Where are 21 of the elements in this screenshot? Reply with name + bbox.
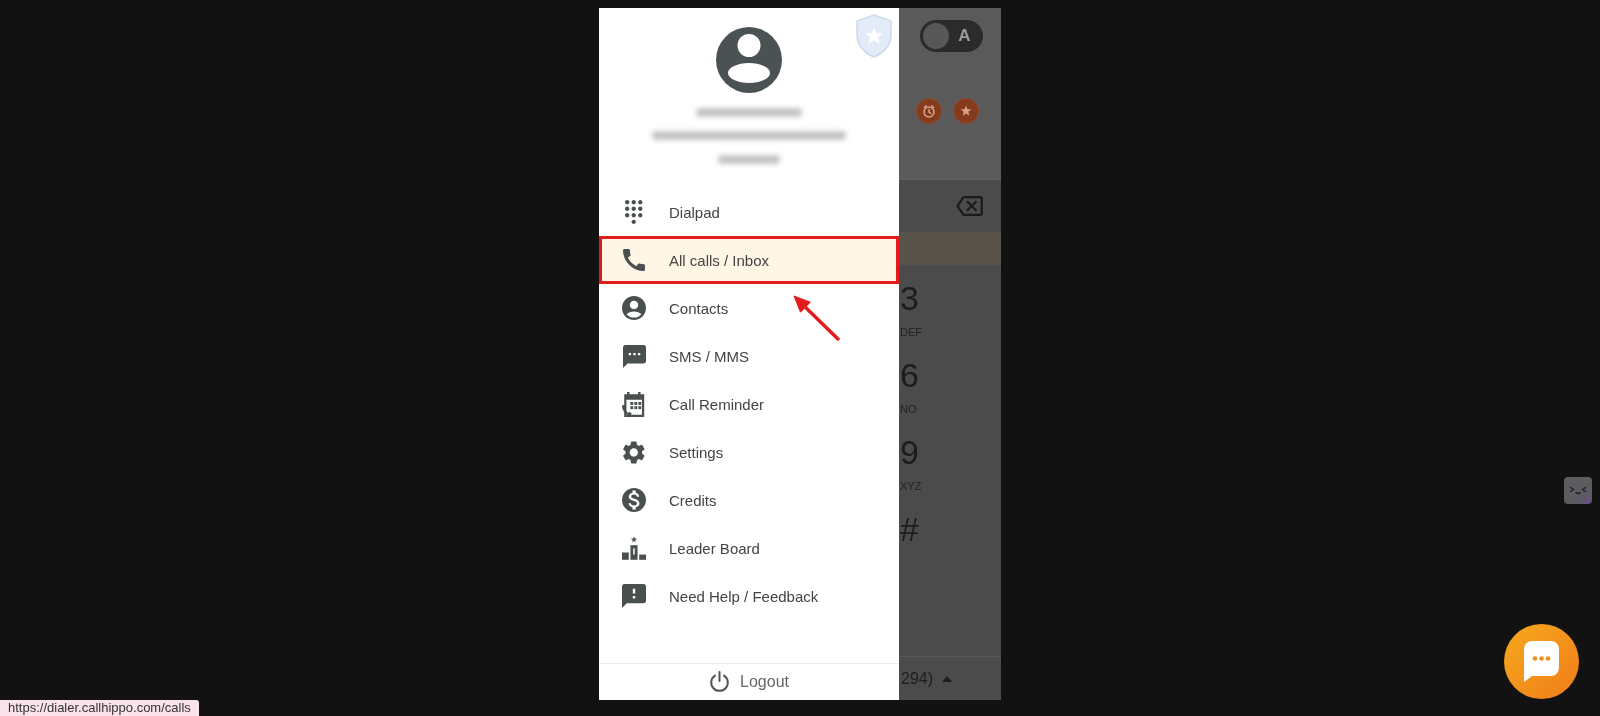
message-dots-icon [622,344,646,368]
caret-up-icon [942,675,953,682]
toggle-switch[interactable]: A [920,20,983,52]
chat-bubble-icon [1524,641,1559,682]
backspace-icon[interactable] [956,196,983,216]
dollar-coin-icon [622,488,646,512]
power-icon [709,671,731,693]
blurred-text-bar [718,155,780,164]
settings-icon [623,440,645,464]
alert-message-icon [622,584,646,608]
menu-item[interactable]: All calls / Inbox [599,236,899,284]
podium-icon [622,535,646,561]
phone-icon [623,249,645,271]
alarm-clock-icon[interactable] [916,98,942,124]
dialpad-icon [625,200,643,224]
calendar-phone-icon [622,391,646,417]
status-url: https://dialer.callhippo.com/calls [0,700,199,716]
avatar [716,27,782,93]
annotation-arrow-icon [792,294,841,342]
shield-star-icon [855,14,893,58]
face-icon[interactable] [1564,477,1592,504]
